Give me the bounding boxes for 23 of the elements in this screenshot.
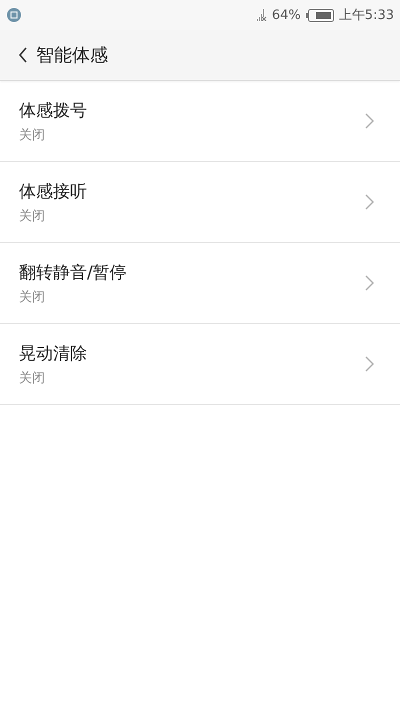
- setting-status: 关闭: [19, 126, 46, 144]
- page-title: 智能体感: [36, 44, 108, 67]
- status-time: 上午5:33: [338, 7, 394, 24]
- signal-icon: [256, 9, 267, 21]
- setting-status: 关闭: [19, 288, 46, 306]
- battery-percentage: 64%: [272, 8, 301, 22]
- setting-title: 翻转静音/暂停: [19, 262, 127, 284]
- back-icon: [18, 47, 28, 63]
- setting-title: 体感接听: [19, 180, 87, 202]
- settings-row[interactable]: 翻转静音/暂停 关闭: [0, 243, 400, 324]
- chevron-icon: [365, 113, 374, 129]
- notification-icon: [7, 8, 21, 22]
- settings-row[interactable]: 晃动清除 关闭: [0, 324, 400, 405]
- setting-title: 晃动清除: [19, 342, 87, 364]
- chevron-icon: [365, 275, 374, 291]
- battery-icon: [306, 8, 334, 22]
- settings-row[interactable]: 体感接听 关闭: [0, 162, 400, 243]
- setting-status: 关闭: [19, 208, 46, 224]
- settings-row[interactable]: 体感拨号 关闭: [0, 81, 400, 162]
- setting-status: 关闭: [19, 370, 46, 386]
- chevron-icon: [365, 356, 374, 372]
- setting-title: 体感拨号: [19, 100, 87, 122]
- chevron-icon: [365, 194, 374, 210]
